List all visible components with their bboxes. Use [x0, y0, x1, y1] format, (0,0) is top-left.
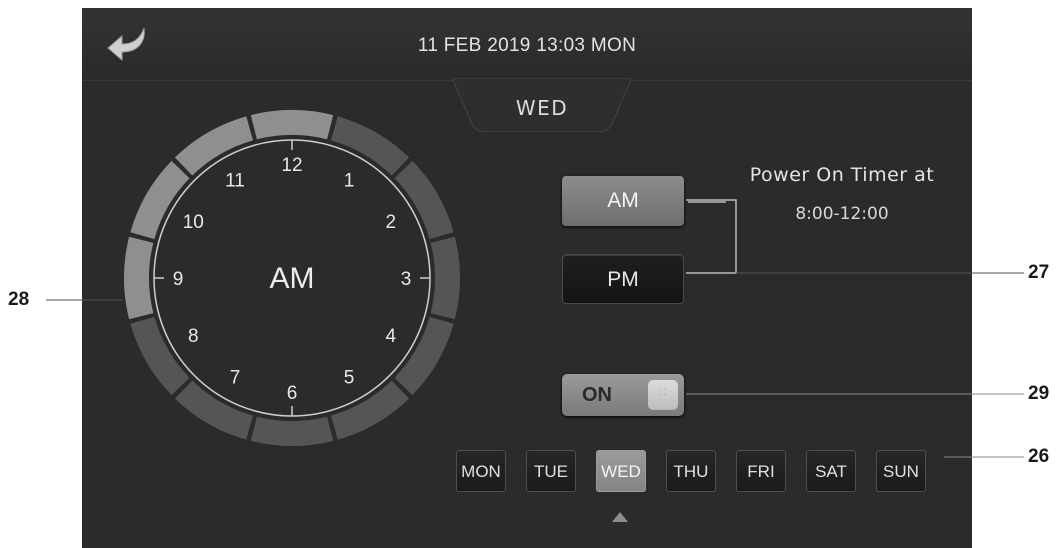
callout-26: 26	[1028, 446, 1050, 467]
callout-27: 27	[1028, 262, 1050, 283]
callout-29: 29	[1028, 383, 1050, 404]
callout-28: 28	[8, 289, 30, 310]
callout-leaders	[46, 199, 1024, 458]
